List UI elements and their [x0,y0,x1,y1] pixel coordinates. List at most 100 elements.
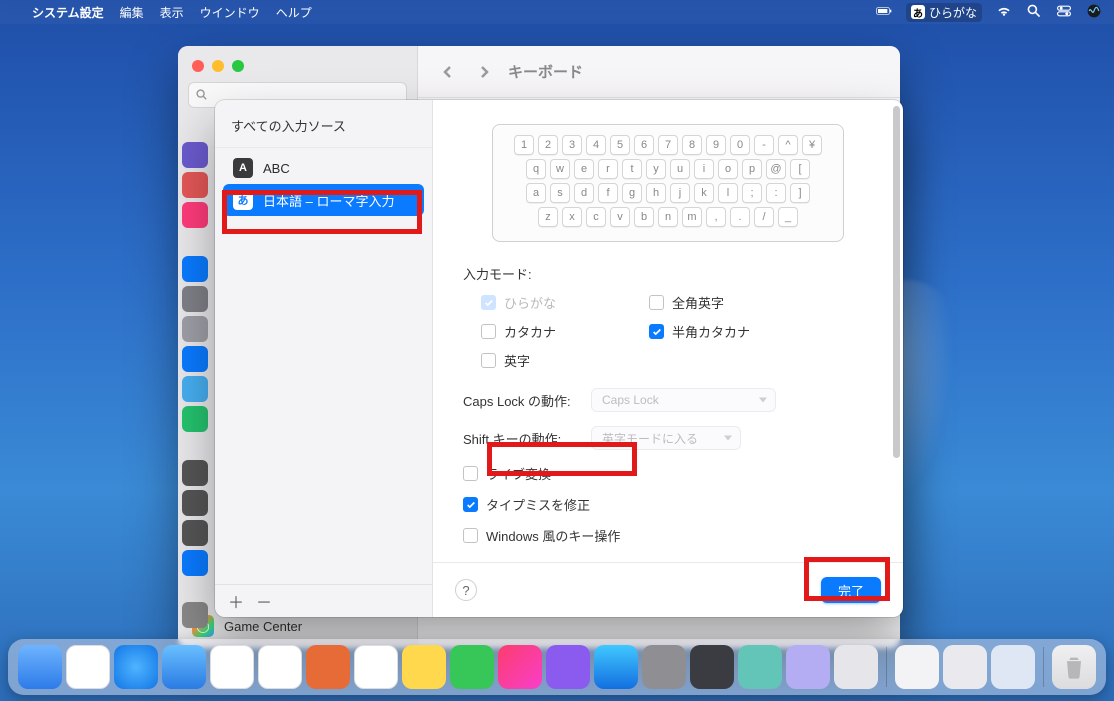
key-s: s [550,183,570,203]
dock-app-icon-lilac[interactable] [786,645,830,689]
dock-music-icon[interactable] [498,645,542,689]
dock-safari-icon[interactable] [114,645,158,689]
key-n: n [658,207,678,227]
battery-icon[interactable] [876,3,892,22]
key-z: z [538,207,558,227]
input-mode-3[interactable]: 半角カタカナ [649,322,809,341]
key-[: [ [790,159,810,179]
key--: - [754,135,774,155]
dock-system-settings-icon[interactable] [642,645,686,689]
dock-facetime-icon[interactable] [450,645,494,689]
dock-recent-2[interactable] [943,645,987,689]
checkbox-icon [463,466,478,481]
key-.: . [730,207,750,227]
key-l: l [718,183,738,203]
dock-launchpad-icon[interactable] [66,645,110,689]
input-mode-1[interactable]: 全角英字 [649,293,809,312]
scroll-thumb[interactable] [893,106,900,458]
back-button[interactable] [436,60,460,84]
caps-lock-select[interactable]: Caps Lock [591,388,776,412]
shift-key-select[interactable]: 英字モードに入る [591,426,741,450]
dock-separator-2 [1043,647,1044,687]
dock-appstore-icon[interactable] [594,645,638,689]
input-source-japanese-romaji[interactable]: あ 日本語 – ローマ字入力 [223,184,424,216]
done-button[interactable]: 完了 [821,577,881,603]
key-d: d [574,183,594,203]
page-title: キーボード [508,61,583,82]
sheet-title: すべての入力ソース [215,100,432,148]
dock-app-icon-orange[interactable] [306,645,350,689]
input-mode-4[interactable]: 英字 [481,351,621,370]
control-center-icon[interactable] [1056,3,1072,22]
key-t: t [622,159,642,179]
dock-recent-1[interactable] [895,645,939,689]
dock-reminders-icon[interactable] [354,645,398,689]
wifi-icon[interactable] [996,3,1012,22]
dock-calendar-icon[interactable] [210,645,254,689]
toggle-1[interactable]: タイプミスを修正 [463,495,873,514]
dock-separator [886,647,887,687]
menu-help[interactable]: ヘルプ [276,4,312,21]
input-mode-2[interactable]: カタカナ [481,322,621,341]
menu-view[interactable]: 表示 [160,4,184,21]
zoom-button[interactable] [232,60,244,72]
dock-mail-icon[interactable] [162,645,206,689]
checkbox-icon [463,497,478,512]
key-@: @ [766,159,786,179]
checkbox-icon [481,353,496,368]
key-o: o [718,159,738,179]
input-source-settings-pane: 1234567890-^¥ qwertyuiop@[ asdfghjkl;:] … [433,100,903,617]
key-j: j [670,183,690,203]
key-w: w [550,159,570,179]
window-controls[interactable] [178,46,417,82]
key-7: 7 [658,135,678,155]
key-/: / [754,207,774,227]
help-button[interactable]: ? [455,579,477,601]
key-c: c [586,207,606,227]
toggle-2[interactable]: Windows 風のキー操作 [463,526,873,545]
dock-terminal-icon[interactable] [690,645,734,689]
dock-trash-icon[interactable] [1052,645,1096,689]
key-^: ^ [778,135,798,155]
shift-key-label: Shift キーの動作: [463,429,581,448]
key-3: 3 [562,135,582,155]
key-i: i [694,159,714,179]
forward-button[interactable] [472,60,496,84]
search-icon [195,88,209,102]
dock-app-icon-grey[interactable] [834,645,878,689]
dock-finder-icon[interactable] [18,645,62,689]
key-g: g [622,183,642,203]
key-6: 6 [634,135,654,155]
settings-header: キーボード [418,46,900,98]
input-menu[interactable]: あ ひらがな [906,3,982,22]
dock-notes-icon[interactable] [402,645,446,689]
toggle-0[interactable]: ライブ変換 [463,464,873,483]
dock-recent-3[interactable] [991,645,1035,689]
key-1: 1 [514,135,534,155]
dock-app-icon-teal[interactable] [738,645,782,689]
abc-glyph-icon: A [233,158,253,178]
dock-podcasts-icon[interactable] [546,645,590,689]
add-source-button[interactable]: ＋ [223,589,249,613]
key-9: 9 [706,135,726,155]
menu-window[interactable]: ウインドウ [200,4,260,21]
spotlight-icon[interactable] [1026,3,1042,22]
input-sources-list-pane: すべての入力ソース A ABC あ 日本語 – ローマ字入力 ＋ － [215,100,433,617]
minimize-button[interactable] [212,60,224,72]
key-y: y [646,159,666,179]
app-name[interactable]: システム設定 [32,4,104,21]
key-_: _ [778,207,798,227]
key-;: ; [742,183,762,203]
scroll-track[interactable] [893,106,900,557]
input-source-abc[interactable]: A ABC [223,152,424,184]
toggles-list: ライブ変換タイプミスを修正 Windows 風のキー操作 [463,464,873,545]
dock-photos-icon[interactable] [258,645,302,689]
input-mode-0: ひらがな [481,293,621,312]
menu-edit[interactable]: 編集 [120,4,144,21]
close-button[interactable] [192,60,204,72]
key-q: q [526,159,546,179]
remove-source-button[interactable]: － [251,589,277,613]
caps-lock-label: Caps Lock の動作: [463,391,581,410]
siri-icon[interactable] [1086,3,1102,22]
input-mode-label: 入力モード: [463,264,873,283]
